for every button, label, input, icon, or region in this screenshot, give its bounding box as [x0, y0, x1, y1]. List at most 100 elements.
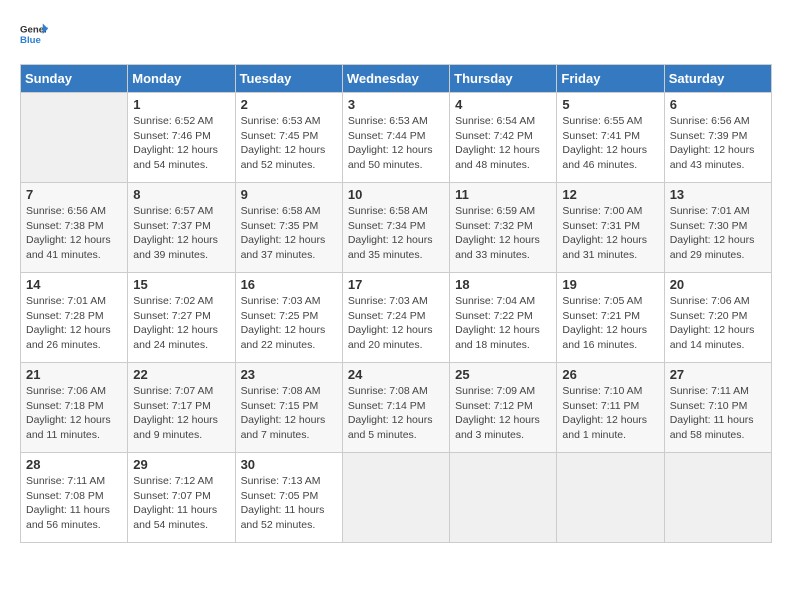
day-info: Sunrise: 7:03 AM Sunset: 7:25 PM Dayligh…	[241, 294, 337, 353]
day-number: 16	[241, 277, 337, 292]
day-number: 3	[348, 97, 444, 112]
calendar-cell: 8 Sunrise: 6:57 AM Sunset: 7:37 PM Daylig…	[128, 183, 235, 273]
day-info: Sunrise: 7:10 AM Sunset: 7:11 PM Dayligh…	[562, 384, 658, 443]
day-info: Sunrise: 6:56 AM Sunset: 7:39 PM Dayligh…	[670, 114, 766, 173]
calendar-cell	[21, 93, 128, 183]
calendar-cell: 19 Sunrise: 7:05 AM Sunset: 7:21 PM Dayli…	[557, 273, 664, 363]
day-number: 19	[562, 277, 658, 292]
logo: General Blue	[20, 20, 48, 48]
calendar-cell: 30 Sunrise: 7:13 AM Sunset: 7:05 PM Dayli…	[235, 453, 342, 543]
day-number: 8	[133, 187, 229, 202]
day-number: 7	[26, 187, 122, 202]
weekday-header-saturday: Saturday	[664, 65, 771, 93]
weekday-header-sunday: Sunday	[21, 65, 128, 93]
day-number: 6	[670, 97, 766, 112]
day-info: Sunrise: 7:05 AM Sunset: 7:21 PM Dayligh…	[562, 294, 658, 353]
weekday-header-monday: Monday	[128, 65, 235, 93]
calendar-cell: 3 Sunrise: 6:53 AM Sunset: 7:44 PM Daylig…	[342, 93, 449, 183]
day-info: Sunrise: 7:00 AM Sunset: 7:31 PM Dayligh…	[562, 204, 658, 263]
day-number: 4	[455, 97, 551, 112]
day-info: Sunrise: 6:56 AM Sunset: 7:38 PM Dayligh…	[26, 204, 122, 263]
day-number: 11	[455, 187, 551, 202]
day-number: 21	[26, 367, 122, 382]
calendar-cell	[664, 453, 771, 543]
calendar-cell	[342, 453, 449, 543]
calendar-cell: 22 Sunrise: 7:07 AM Sunset: 7:17 PM Dayli…	[128, 363, 235, 453]
day-number: 9	[241, 187, 337, 202]
day-number: 20	[670, 277, 766, 292]
calendar-table: SundayMondayTuesdayWednesdayThursdayFrid…	[20, 64, 772, 543]
calendar-cell: 29 Sunrise: 7:12 AM Sunset: 7:07 PM Dayli…	[128, 453, 235, 543]
calendar-cell: 17 Sunrise: 7:03 AM Sunset: 7:24 PM Dayli…	[342, 273, 449, 363]
calendar-cell: 6 Sunrise: 6:56 AM Sunset: 7:39 PM Daylig…	[664, 93, 771, 183]
day-info: Sunrise: 7:04 AM Sunset: 7:22 PM Dayligh…	[455, 294, 551, 353]
day-number: 1	[133, 97, 229, 112]
day-number: 30	[241, 457, 337, 472]
day-number: 28	[26, 457, 122, 472]
day-info: Sunrise: 7:02 AM Sunset: 7:27 PM Dayligh…	[133, 294, 229, 353]
calendar-cell: 13 Sunrise: 7:01 AM Sunset: 7:30 PM Dayli…	[664, 183, 771, 273]
day-number: 14	[26, 277, 122, 292]
day-info: Sunrise: 6:57 AM Sunset: 7:37 PM Dayligh…	[133, 204, 229, 263]
calendar-cell: 27 Sunrise: 7:11 AM Sunset: 7:10 PM Dayli…	[664, 363, 771, 453]
day-number: 22	[133, 367, 229, 382]
day-number: 25	[455, 367, 551, 382]
day-number: 23	[241, 367, 337, 382]
day-number: 13	[670, 187, 766, 202]
calendar-cell: 18 Sunrise: 7:04 AM Sunset: 7:22 PM Dayli…	[450, 273, 557, 363]
day-number: 29	[133, 457, 229, 472]
day-info: Sunrise: 6:52 AM Sunset: 7:46 PM Dayligh…	[133, 114, 229, 173]
day-info: Sunrise: 6:58 AM Sunset: 7:35 PM Dayligh…	[241, 204, 337, 263]
day-info: Sunrise: 7:11 AM Sunset: 7:08 PM Dayligh…	[26, 474, 122, 533]
logo-icon: General Blue	[20, 20, 48, 48]
page-header: General Blue	[20, 20, 772, 48]
day-info: Sunrise: 7:01 AM Sunset: 7:28 PM Dayligh…	[26, 294, 122, 353]
day-number: 17	[348, 277, 444, 292]
day-number: 26	[562, 367, 658, 382]
calendar-cell: 11 Sunrise: 6:59 AM Sunset: 7:32 PM Dayli…	[450, 183, 557, 273]
day-number: 10	[348, 187, 444, 202]
day-info: Sunrise: 7:01 AM Sunset: 7:30 PM Dayligh…	[670, 204, 766, 263]
calendar-cell: 26 Sunrise: 7:10 AM Sunset: 7:11 PM Dayli…	[557, 363, 664, 453]
day-info: Sunrise: 6:54 AM Sunset: 7:42 PM Dayligh…	[455, 114, 551, 173]
day-info: Sunrise: 6:53 AM Sunset: 7:44 PM Dayligh…	[348, 114, 444, 173]
calendar-cell: 24Sunrise: 7:08 AM Sunset: 7:14 PM Dayli…	[342, 363, 449, 453]
calendar-cell: 15 Sunrise: 7:02 AM Sunset: 7:27 PM Dayli…	[128, 273, 235, 363]
calendar-cell: 28 Sunrise: 7:11 AM Sunset: 7:08 PM Dayli…	[21, 453, 128, 543]
day-info: Sunrise: 6:58 AM Sunset: 7:34 PM Dayligh…	[348, 204, 444, 263]
day-info: Sunrise: 7:03 AM Sunset: 7:24 PM Dayligh…	[348, 294, 444, 353]
day-info: Sunrise: 7:11 AM Sunset: 7:10 PM Dayligh…	[670, 384, 766, 443]
day-info: Sunrise: 7:08 AM Sunset: 7:14 PM Dayligh…	[348, 384, 444, 443]
calendar-cell: 16 Sunrise: 7:03 AM Sunset: 7:25 PM Dayli…	[235, 273, 342, 363]
calendar-cell: 10 Sunrise: 6:58 AM Sunset: 7:34 PM Dayli…	[342, 183, 449, 273]
calendar-cell: 23Sunrise: 7:08 AM Sunset: 7:15 PM Dayli…	[235, 363, 342, 453]
calendar-cell: 12 Sunrise: 7:00 AM Sunset: 7:31 PM Dayli…	[557, 183, 664, 273]
weekday-header-tuesday: Tuesday	[235, 65, 342, 93]
day-info: Sunrise: 7:07 AM Sunset: 7:17 PM Dayligh…	[133, 384, 229, 443]
day-number: 18	[455, 277, 551, 292]
calendar-cell: 9 Sunrise: 6:58 AM Sunset: 7:35 PM Daylig…	[235, 183, 342, 273]
calendar-cell	[450, 453, 557, 543]
weekday-header-friday: Friday	[557, 65, 664, 93]
weekday-header-thursday: Thursday	[450, 65, 557, 93]
day-info: Sunrise: 7:13 AM Sunset: 7:05 PM Dayligh…	[241, 474, 337, 533]
calendar-cell: 2Sunrise: 6:53 AM Sunset: 7:45 PM Daylig…	[235, 93, 342, 183]
day-info: Sunrise: 7:06 AM Sunset: 7:20 PM Dayligh…	[670, 294, 766, 353]
day-number: 27	[670, 367, 766, 382]
calendar-cell: 14 Sunrise: 7:01 AM Sunset: 7:28 PM Dayli…	[21, 273, 128, 363]
day-number: 15	[133, 277, 229, 292]
svg-text:Blue: Blue	[20, 35, 41, 46]
day-info: Sunrise: 7:09 AM Sunset: 7:12 PM Dayligh…	[455, 384, 551, 443]
calendar-cell: 7 Sunrise: 6:56 AM Sunset: 7:38 PM Daylig…	[21, 183, 128, 273]
day-info: Sunrise: 7:12 AM Sunset: 7:07 PM Dayligh…	[133, 474, 229, 533]
calendar-cell: 1 Sunrise: 6:52 AM Sunset: 7:46 PM Daylig…	[128, 93, 235, 183]
calendar-cell: 25 Sunrise: 7:09 AM Sunset: 7:12 PM Dayli…	[450, 363, 557, 453]
day-number: 5	[562, 97, 658, 112]
calendar-cell: 20 Sunrise: 7:06 AM Sunset: 7:20 PM Dayli…	[664, 273, 771, 363]
calendar-cell: 4 Sunrise: 6:54 AM Sunset: 7:42 PM Daylig…	[450, 93, 557, 183]
day-number: 12	[562, 187, 658, 202]
calendar-cell	[557, 453, 664, 543]
day-info: Sunrise: 7:06 AM Sunset: 7:18 PM Dayligh…	[26, 384, 122, 443]
day-info: Sunrise: 6:59 AM Sunset: 7:32 PM Dayligh…	[455, 204, 551, 263]
calendar-cell: 5Sunrise: 6:55 AM Sunset: 7:41 PM Daylig…	[557, 93, 664, 183]
